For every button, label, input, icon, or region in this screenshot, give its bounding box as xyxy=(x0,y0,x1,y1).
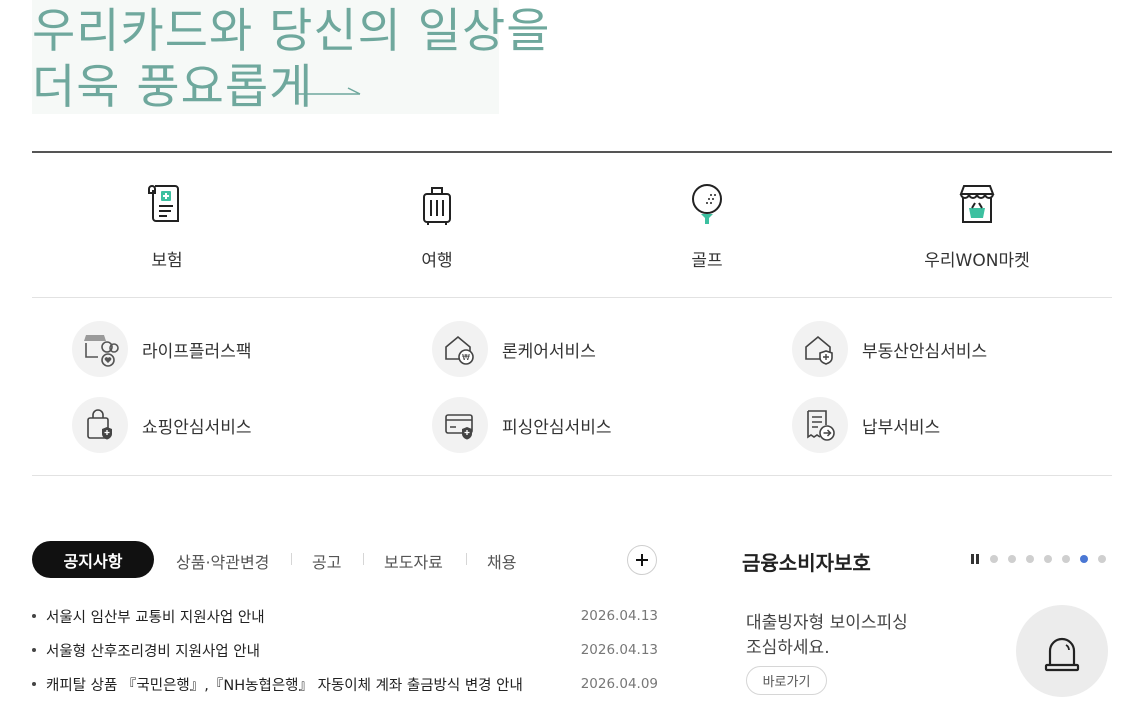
tab-separator xyxy=(291,553,292,565)
pager-dot[interactable] xyxy=(1044,555,1052,563)
pager-dot[interactable] xyxy=(1026,555,1034,563)
service-real-estate-safe[interactable]: 부동산안심서비스 xyxy=(792,321,987,377)
pager-dot[interactable] xyxy=(1098,555,1106,563)
notice-list-item[interactable]: 캐피탈 상품 『국민은행』,『NH농협은행』 자동이체 계좌 출금방식 변경 안… xyxy=(32,672,658,696)
service-label: 피싱안심서비스 xyxy=(502,417,612,438)
service-icon-circle xyxy=(432,397,488,453)
section-divider xyxy=(32,297,1112,298)
real-estate-safe-icon xyxy=(805,335,833,365)
notice-date: 2026.04.13 xyxy=(580,642,658,658)
service-label: 론케어서비스 xyxy=(502,341,596,362)
more-notices-button[interactable] xyxy=(627,545,657,575)
notice-date: 2026.04.09 xyxy=(580,676,658,692)
tab-recruitment[interactable]: 채용 xyxy=(487,549,516,573)
tab-notice[interactable]: 공지사항 xyxy=(32,541,154,578)
service-phishing-safe[interactable]: 피싱안심서비스 xyxy=(432,397,611,453)
plus-icon xyxy=(636,554,648,566)
pager-dot[interactable] xyxy=(990,555,998,563)
service-icon-circle xyxy=(72,397,128,453)
card-shield-icon xyxy=(445,414,473,440)
siren-icon xyxy=(1044,637,1080,672)
service-label: 라이프플러스팩 xyxy=(142,341,252,362)
notice-list-item[interactable]: 서울시 임산부 교통비 지원사업 안내 2026.04.13 xyxy=(32,604,658,628)
siren-badge xyxy=(1016,605,1108,697)
svg-text:₩: ₩ xyxy=(462,353,470,362)
quick-menu-won-market[interactable]: 우리WON마켓 xyxy=(842,180,1112,280)
section-divider xyxy=(32,151,1112,153)
service-label: 쇼핑안심서비스 xyxy=(142,417,252,438)
life-plus-store-icon xyxy=(84,335,119,367)
banner-pager xyxy=(971,554,1116,564)
service-loan-care[interactable]: ₩ 론케어서비스 xyxy=(432,321,596,377)
tab-press-release[interactable]: 보도자료 xyxy=(384,549,443,573)
quick-menu-label: 우리WON마켓 xyxy=(924,251,1030,271)
notice-title: 캐피탈 상품 『국민은행』,『NH농협은행』 자동이체 계좌 출금방식 변경 안… xyxy=(46,677,523,694)
notice-title: 서울시 임산부 교통비 지원사업 안내 xyxy=(46,609,265,626)
quick-menu-label: 보험 xyxy=(151,251,183,271)
hero-title-line-2: 더욱 풍요롭게 xyxy=(32,60,314,115)
service-label: 납부서비스 xyxy=(862,417,941,438)
insurance-document-icon xyxy=(148,184,179,222)
shopping-bag-shield-icon xyxy=(87,409,112,440)
market-store-icon xyxy=(959,185,995,223)
quick-menu-label: 골프 xyxy=(691,251,723,271)
protection-message-line-1: 대출빙자형 보이스피싱 xyxy=(746,613,908,633)
service-bill-payment[interactable]: 납부서비스 xyxy=(792,397,940,453)
notice-date: 2026.04.13 xyxy=(580,608,658,624)
notice-title: 서울형 산후조리경비 지원사업 안내 xyxy=(46,643,260,660)
protection-message-line-2: 조심하세요. xyxy=(746,638,830,658)
tab-product-terms-change[interactable]: 상품·약관변경 xyxy=(176,549,269,573)
service-label: 부동산안심서비스 xyxy=(862,341,988,362)
notice-list-item[interactable]: 서울형 산후조리경비 지원사업 안내 2026.04.13 xyxy=(32,638,658,662)
bullet-icon xyxy=(32,682,36,686)
service-life-plus-pack[interactable]: 라이프플러스팩 xyxy=(72,321,251,377)
pager-dot[interactable] xyxy=(1008,555,1016,563)
quick-menu-insurance[interactable]: 보험 xyxy=(32,180,302,280)
consumer-protection-title: 금융소비자보호 xyxy=(742,551,871,575)
bullet-icon xyxy=(32,648,36,652)
section-divider xyxy=(32,475,1112,476)
hero-banner[interactable]: 우리카드와 당신의 일상을 더욱 풍요롭게 xyxy=(32,0,550,115)
quick-menu-travel[interactable]: 여행 xyxy=(302,180,572,280)
service-icon-circle xyxy=(72,321,128,377)
loan-care-home-icon: ₩ xyxy=(445,335,474,365)
tab-separator xyxy=(363,553,364,565)
pause-icon[interactable] xyxy=(971,554,981,564)
quick-menu-label: 여행 xyxy=(421,251,453,271)
pager-dot-active[interactable] xyxy=(1080,555,1088,563)
pager-dot[interactable] xyxy=(1062,555,1070,563)
tab-separator xyxy=(466,553,467,565)
hero-title-line-1: 우리카드와 당신의 일상을 xyxy=(32,4,551,59)
arrow-right-icon[interactable] xyxy=(298,86,362,98)
go-button[interactable]: 바로가기 xyxy=(746,666,827,695)
service-shopping-safe[interactable]: 쇼핑안심서비스 xyxy=(72,397,251,453)
bill-payment-icon xyxy=(807,410,835,441)
quick-menu-golf[interactable]: 골프 xyxy=(572,180,842,280)
bullet-icon xyxy=(32,614,36,618)
service-icon-circle: ₩ xyxy=(432,321,488,377)
tab-announcement[interactable]: 공고 xyxy=(312,549,341,573)
luggage-icon xyxy=(423,187,451,225)
service-icon-circle xyxy=(792,321,848,377)
golf-ball-icon xyxy=(692,184,722,224)
service-icon-circle xyxy=(792,397,848,453)
